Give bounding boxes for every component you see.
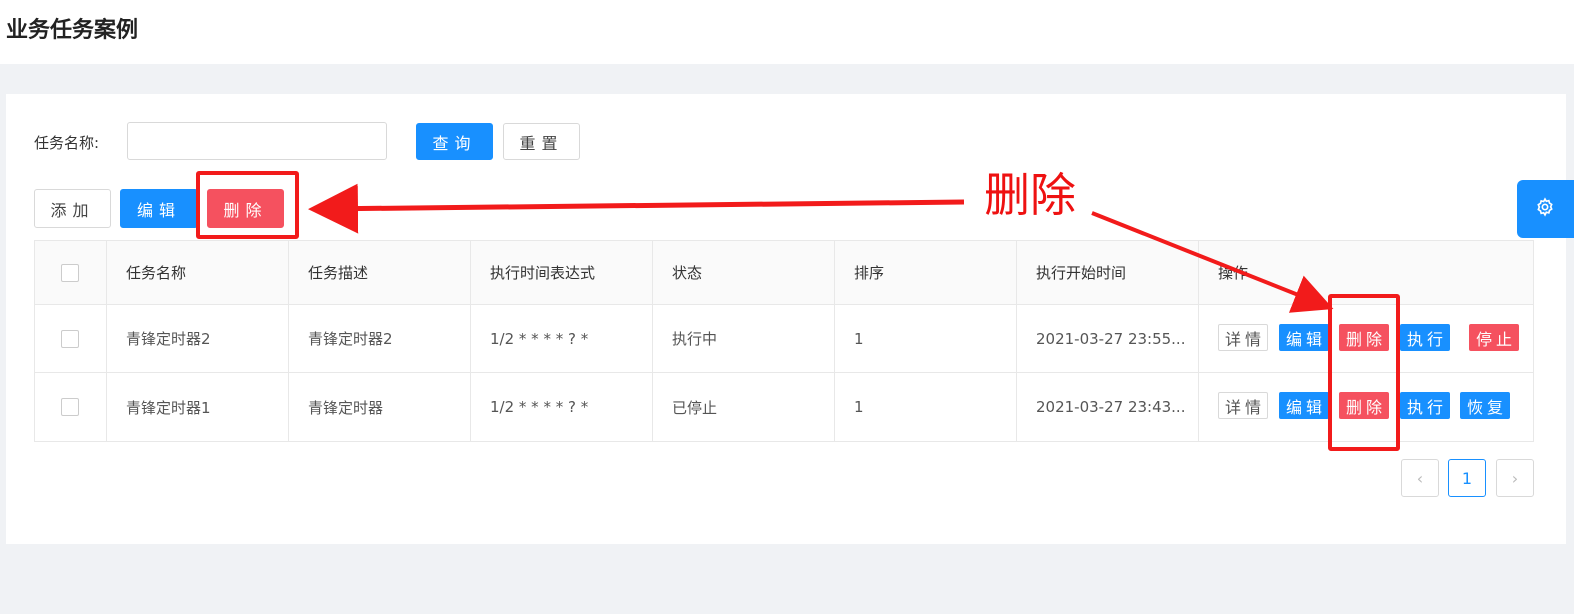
task-table: 任务名称 任务描述 执行时间表达式 状态 排序 执行开始时间 操作 青锋定时器2… bbox=[34, 240, 1534, 442]
pagination-next-button[interactable]: › bbox=[1496, 459, 1534, 497]
row-stop-button[interactable]: 停止 bbox=[1469, 324, 1519, 351]
edit-button[interactable]: 编辑 bbox=[120, 189, 198, 228]
cell-status: 执行中 bbox=[653, 305, 835, 372]
row-edit-button[interactable]: 编辑 bbox=[1279, 324, 1329, 351]
add-button[interactable]: 添加 bbox=[34, 189, 111, 228]
cell-status: 已停止 bbox=[653, 373, 835, 441]
cell-sort: 1 bbox=[835, 373, 1017, 441]
pagination-prev-button[interactable]: ‹ bbox=[1401, 459, 1439, 497]
table-row: 青锋定时器2 青锋定时器2 1/2 * * * * ? * 执行中 1 2021… bbox=[35, 305, 1533, 373]
row-edit-button[interactable]: 编辑 bbox=[1279, 392, 1329, 419]
cell-task-name: 青锋定时器2 bbox=[107, 305, 289, 372]
header-cron: 执行时间表达式 bbox=[471, 241, 653, 304]
header-task-desc: 任务描述 bbox=[289, 241, 471, 304]
row-detail-button[interactable]: 详情 bbox=[1218, 392, 1268, 419]
table-row: 青锋定时器1 青锋定时器 1/2 * * * * ? * 已停止 1 2021-… bbox=[35, 373, 1533, 441]
cell-start-time: 2021-03-27 23:43... bbox=[1017, 373, 1199, 441]
reset-button[interactable]: 重置 bbox=[503, 123, 580, 160]
table-header-row: 任务名称 任务描述 执行时间表达式 状态 排序 执行开始时间 操作 bbox=[35, 241, 1533, 305]
row-checkbox[interactable] bbox=[61, 398, 79, 416]
header-task-name: 任务名称 bbox=[107, 241, 289, 304]
cell-actions: 详情 编辑 删除 执行 停止 bbox=[1199, 305, 1533, 372]
delete-button[interactable]: 删除 bbox=[207, 189, 284, 228]
header-start-time: 执行开始时间 bbox=[1017, 241, 1199, 304]
header-select-cell bbox=[35, 241, 107, 304]
row-resume-button[interactable]: 恢复 bbox=[1460, 392, 1510, 419]
annotation-label: 删除 bbox=[984, 168, 1076, 222]
page-title: 业务任务案例 bbox=[6, 18, 139, 43]
cell-sort: 1 bbox=[835, 305, 1017, 372]
row-delete-button[interactable]: 删除 bbox=[1339, 392, 1389, 419]
row-select-cell bbox=[35, 305, 107, 372]
pagination-page-1[interactable]: 1 bbox=[1448, 459, 1486, 497]
task-name-label: 任务名称: bbox=[34, 134, 100, 152]
settings-button[interactable] bbox=[1517, 180, 1574, 238]
select-all-checkbox[interactable] bbox=[61, 263, 79, 282]
cell-start-time: 2021-03-27 23:55... bbox=[1017, 305, 1199, 372]
header-sort: 排序 bbox=[835, 241, 1017, 304]
query-button[interactable]: 查询 bbox=[416, 123, 493, 160]
cell-actions: 详情 编辑 删除 执行 恢复 bbox=[1199, 373, 1533, 441]
cell-cron: 1/2 * * * * ? * bbox=[471, 373, 653, 441]
cell-cron: 1/2 * * * * ? * bbox=[471, 305, 653, 372]
row-delete-button[interactable]: 删除 bbox=[1339, 324, 1389, 351]
row-select-cell bbox=[35, 373, 107, 441]
cell-task-desc: 青锋定时器 bbox=[289, 373, 471, 441]
gear-icon bbox=[1535, 197, 1555, 221]
header-status: 状态 bbox=[653, 241, 835, 304]
task-name-input[interactable] bbox=[127, 122, 387, 160]
cell-task-desc: 青锋定时器2 bbox=[289, 305, 471, 372]
page-header: 业务任务案例 bbox=[0, 0, 1574, 64]
row-detail-button[interactable]: 详情 bbox=[1218, 324, 1268, 351]
cell-task-name: 青锋定时器1 bbox=[107, 373, 289, 441]
row-run-button[interactable]: 执行 bbox=[1400, 392, 1450, 419]
header-actions: 操作 bbox=[1218, 264, 1249, 282]
row-checkbox[interactable] bbox=[61, 329, 79, 348]
row-run-button[interactable]: 执行 bbox=[1400, 324, 1450, 351]
